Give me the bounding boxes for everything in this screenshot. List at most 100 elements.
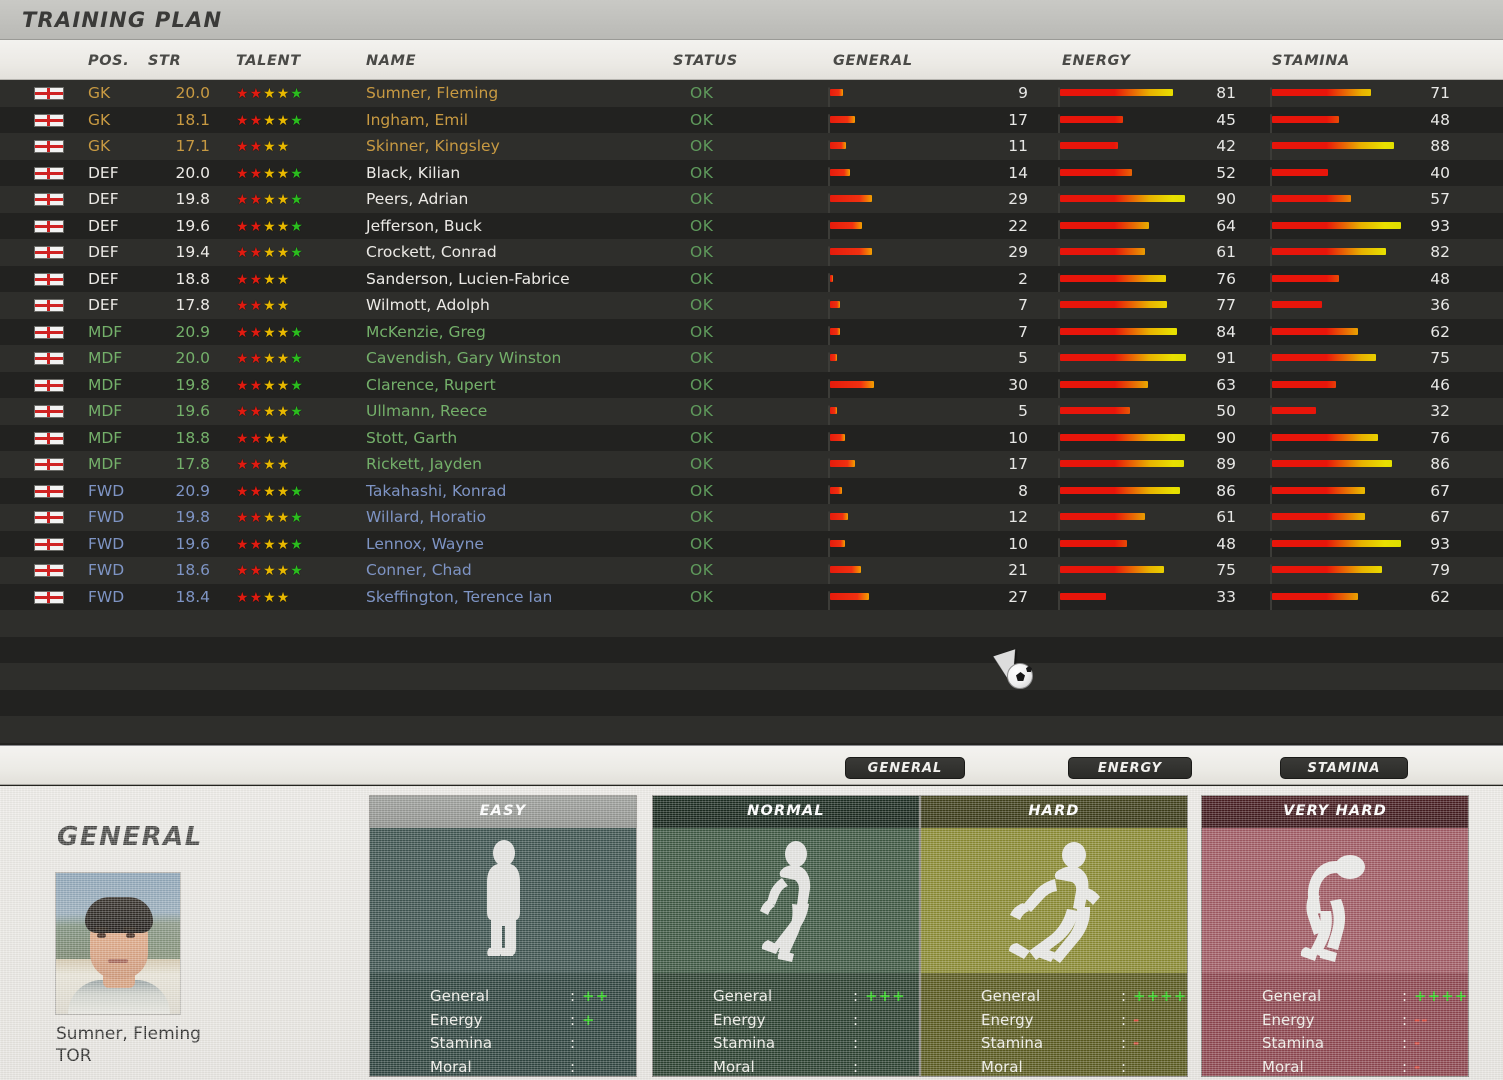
general-value: 5 (960, 398, 1028, 425)
column-header-pos[interactable]: POS. (88, 53, 129, 69)
window-titlebar: TRAINING PLAN (0, 0, 1503, 40)
talent-star-yellow: ★ (263, 505, 276, 532)
talent-star-green: ★ (290, 479, 303, 506)
cell-player-name[interactable]: Ingham, Emil (366, 107, 468, 134)
energy-value: 76 (1168, 266, 1236, 293)
table-row[interactable]: FWD18.6★★★★★Conner, ChadOK217579 (0, 557, 1503, 584)
tab-general[interactable]: GENERAL (845, 757, 965, 779)
column-header-general[interactable]: GENERAL (833, 53, 913, 69)
cell-player-name[interactable]: Wilmott, Adolph (366, 292, 490, 319)
column-header-name[interactable]: NAME (366, 53, 416, 69)
table-row[interactable]: MDF20.0★★★★★Cavendish, Gary WinstonOK591… (0, 345, 1503, 372)
stamina-value: 48 (1382, 266, 1450, 293)
intensity-card-very-hard[interactable]: VERY HARDGeneral:+++++Energy:--Stamina:-… (1201, 795, 1469, 1077)
table-row[interactable]: DEF18.8★★★★Sanderson, Lucien-FabriceOK27… (0, 266, 1503, 293)
table-row[interactable]: FWD19.8★★★★★Willard, HoratioOK126167 (0, 504, 1503, 531)
talent-star-yellow: ★ (277, 373, 290, 400)
cell-strength: 20.9 (148, 478, 210, 505)
cell-player-name[interactable]: Sumner, Fleming (366, 80, 498, 107)
cell-player-name[interactable]: McKenzie, Greg (366, 319, 486, 346)
table-row[interactable]: MDF17.8★★★★Rickett, JaydenOK178986 (0, 451, 1503, 478)
cell-player-name[interactable]: Willard, Horatio (366, 504, 486, 531)
table-row[interactable]: FWD18.4★★★★Skeffington, Terence IanOK273… (0, 584, 1503, 611)
tab-energy[interactable]: ENERGY (1068, 757, 1192, 779)
cell-status: OK (690, 80, 713, 107)
cell-status: OK (690, 239, 713, 266)
cell-position: DEF (88, 292, 148, 319)
talent-star-yellow: ★ (277, 346, 290, 373)
table-row[interactable]: DEF19.4★★★★★Crockett, ConradOK296182 (0, 239, 1503, 266)
general-value: 29 (960, 186, 1028, 213)
table-row[interactable]: MDF19.6★★★★★Ullmann, ReeceOK55032 (0, 398, 1503, 425)
cell-player-name[interactable]: Skinner, Kingsley (366, 133, 500, 160)
table-row[interactable]: MDF20.9★★★★★McKenzie, GregOK78462 (0, 319, 1503, 346)
england-flag-icon (34, 405, 64, 418)
intensity-card-hard[interactable]: HARDGeneral:++++Energy:-Stamina:-Moral: (920, 795, 1188, 1077)
column-header-status[interactable]: STATUS (673, 53, 738, 69)
cell-player-name[interactable]: Ullmann, Reece (366, 398, 487, 425)
cell-status: OK (690, 186, 713, 213)
column-header-energy[interactable]: ENERGY (1062, 53, 1131, 69)
cell-status: OK (690, 504, 713, 531)
cell-player-name[interactable]: Crockett, Conrad (366, 239, 497, 266)
card-stats: General:+++Energy:Stamina:Moral: (653, 973, 919, 1077)
talent-star-red: ★ (236, 558, 249, 585)
general-value: 2 (960, 266, 1028, 293)
talent-star-red: ★ (250, 267, 263, 294)
cell-player-name[interactable]: Cavendish, Gary Winston (366, 345, 561, 372)
table-row[interactable]: FWD20.9★★★★★Takahashi, KonradOK88667 (0, 478, 1503, 505)
stat-colon: : (570, 1011, 575, 1029)
cell-player-name[interactable]: Black, Kilian (366, 160, 460, 187)
stamina-value: 32 (1382, 398, 1450, 425)
talent-star-red: ★ (236, 108, 249, 135)
stat-colon: : (1121, 987, 1126, 1005)
column-header-str[interactable]: STR (148, 53, 181, 69)
general-value: 11 (960, 133, 1028, 160)
talent-star-red: ★ (236, 399, 249, 426)
stat-colon: : (1121, 1011, 1126, 1029)
stat-label: Stamina (1262, 1034, 1324, 1052)
cell-player-name[interactable]: Sanderson, Lucien-Fabrice (366, 266, 570, 293)
column-header-talent[interactable]: TALENT (236, 53, 301, 69)
general-value: 21 (960, 557, 1028, 584)
table-row-empty (0, 716, 1503, 743)
table-row[interactable]: MDF18.8★★★★Stott, GarthOK109076 (0, 425, 1503, 452)
cell-strength: 18.8 (148, 266, 210, 293)
cell-player-name[interactable]: Clarence, Rupert (366, 372, 496, 399)
tab-stamina[interactable]: STAMINA (1280, 757, 1408, 779)
intensity-card-normal[interactable]: NORMALGeneral:+++Energy:Stamina:Moral: (652, 795, 920, 1077)
energy-value: 52 (1168, 160, 1236, 187)
talent-star-red: ★ (250, 134, 263, 161)
general-value: 14 (960, 160, 1028, 187)
energy-value: 45 (1168, 107, 1236, 134)
talent-star-red: ★ (250, 505, 263, 532)
cell-player-name[interactable]: Skeffington, Terence Ian (366, 584, 552, 611)
table-row[interactable]: DEF19.6★★★★★Jefferson, BuckOK226493 (0, 213, 1503, 240)
table-row[interactable]: FWD19.6★★★★★Lennox, WayneOK104893 (0, 531, 1503, 558)
cell-player-name[interactable]: Jefferson, Buck (366, 213, 482, 240)
cell-position: DEF (88, 266, 148, 293)
table-row[interactable]: MDF19.8★★★★★Clarence, RupertOK306346 (0, 372, 1503, 399)
column-header-stamina[interactable]: STAMINA (1272, 53, 1350, 69)
england-flag-icon (34, 564, 64, 577)
table-row[interactable]: GK17.1★★★★Skinner, KingsleyOK114288 (0, 133, 1503, 160)
table-row[interactable]: GK20.0★★★★★Sumner, FlemingOK98171 (0, 80, 1503, 107)
england-flag-icon (34, 246, 64, 259)
stamina-value: 57 (1382, 186, 1450, 213)
table-row[interactable]: DEF20.0★★★★★Black, KilianOK145240 (0, 160, 1503, 187)
table-row[interactable]: DEF17.8★★★★Wilmott, AdolphOK77736 (0, 292, 1503, 319)
table-row[interactable]: DEF19.8★★★★★Peers, AdrianOK299057 (0, 186, 1503, 213)
talent-star-yellow: ★ (263, 373, 276, 400)
energy-value: 42 (1168, 133, 1236, 160)
cell-player-name[interactable]: Takahashi, Konrad (366, 478, 506, 505)
cell-player-name[interactable]: Rickett, Jayden (366, 451, 482, 478)
cell-player-name[interactable]: Lennox, Wayne (366, 531, 484, 558)
cell-position: DEF (88, 160, 148, 187)
cell-talent-stars: ★★★★★ (236, 345, 304, 372)
intensity-card-easy[interactable]: EASYGeneral:++Energy:+Stamina:Moral: (369, 795, 637, 1077)
talent-star-yellow: ★ (263, 293, 276, 320)
cell-player-name[interactable]: Stott, Garth (366, 425, 457, 452)
table-row[interactable]: GK18.1★★★★★Ingham, EmilOK174548 (0, 107, 1503, 134)
cell-player-name[interactable]: Peers, Adrian (366, 186, 468, 213)
cell-player-name[interactable]: Conner, Chad (366, 557, 472, 584)
